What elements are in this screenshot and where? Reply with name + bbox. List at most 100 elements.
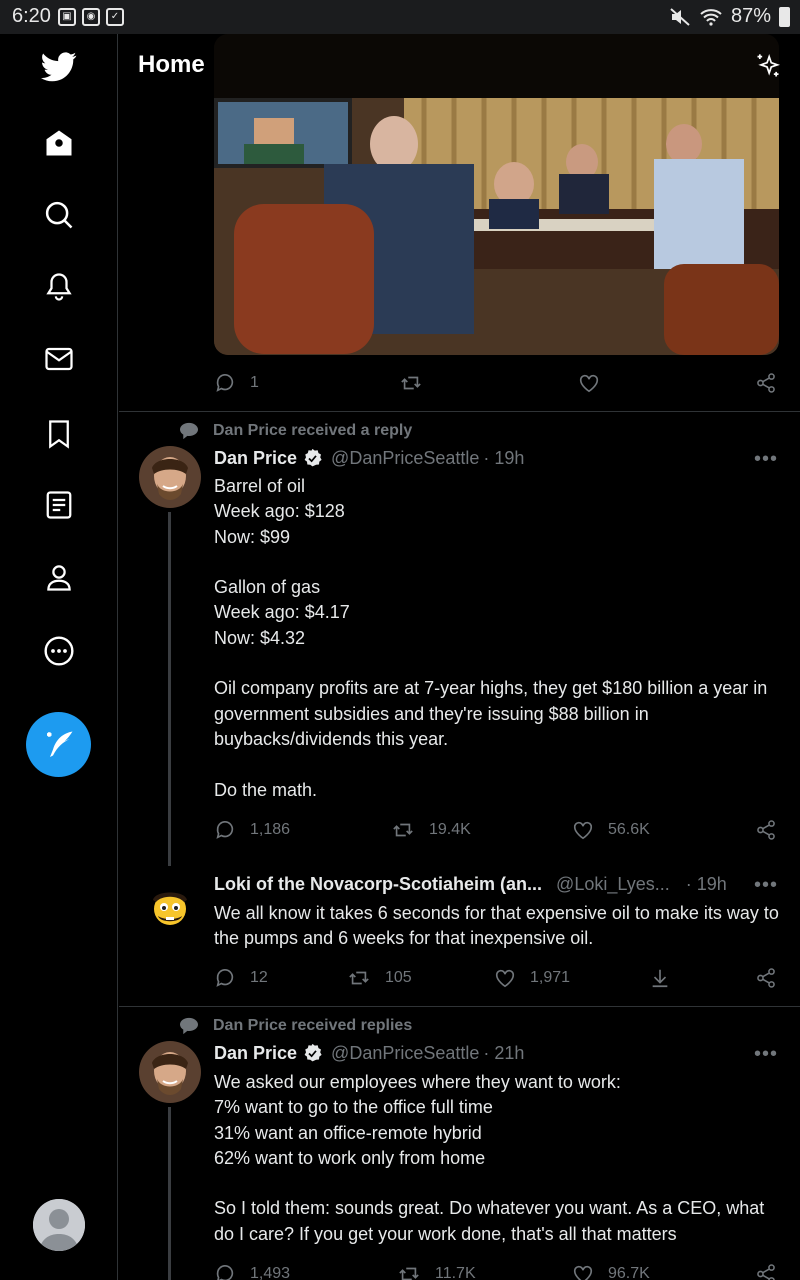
author-name[interactable]: Dan Price xyxy=(214,1043,297,1064)
avatar[interactable] xyxy=(139,876,201,938)
tweet-time[interactable]: · 19h xyxy=(483,448,524,469)
check-notification-icon: ✓ xyxy=(106,8,124,26)
home-icon[interactable] xyxy=(40,124,78,162)
share-button[interactable] xyxy=(755,372,777,394)
system-indicators: 87% xyxy=(669,5,790,28)
avatar[interactable] xyxy=(139,446,201,508)
social-context: Dan Price received replies xyxy=(179,1017,412,1035)
reply-button[interactable]: 1,493 xyxy=(214,1263,290,1280)
reply-button[interactable]: 12 xyxy=(214,967,268,989)
author-name[interactable]: Dan Price xyxy=(214,448,297,469)
retweet-icon xyxy=(401,376,421,390)
reply-header: Loki of the Novacorp-Scotiaheim (an... @… xyxy=(214,874,727,895)
compose-button[interactable] xyxy=(26,712,91,777)
reply-icon xyxy=(216,373,234,392)
wifi-icon xyxy=(700,8,722,26)
author-handle[interactable]: @Loki_Lyes... xyxy=(556,874,670,895)
gallery-notification-icon: ▣ xyxy=(58,8,76,26)
social-context-text: Dan Price received a reply xyxy=(213,422,413,439)
more-options-button[interactable]: ••• xyxy=(754,448,778,471)
screenshot-notification-icon: ◉ xyxy=(82,8,100,26)
compose-icon xyxy=(46,731,72,757)
share-icon xyxy=(757,968,775,988)
mute-icon xyxy=(670,7,690,26)
retweet-count: 19.4K xyxy=(429,821,471,838)
page-title: Home xyxy=(138,51,205,78)
share-icon xyxy=(757,820,775,840)
more-circle-icon[interactable] xyxy=(40,632,78,670)
more-options-button[interactable]: ••• xyxy=(754,874,778,897)
retweet-count: 105 xyxy=(385,969,412,986)
reply-count: 1,186 xyxy=(250,821,291,838)
battery-icon xyxy=(779,6,790,27)
tweet-text-content: Barrel of oil Week ago: $128 Now: $99 Ga… xyxy=(214,476,768,800)
tweet-time[interactable]: · 19h xyxy=(686,874,727,895)
like-button[interactable]: 96.7K xyxy=(572,1263,650,1280)
avatar[interactable] xyxy=(139,1041,201,1103)
timeline[interactable]: 1 Dan Price received a reply Dan Price @… xyxy=(119,34,800,1280)
like-button[interactable]: 1,971 xyxy=(494,967,570,989)
social-context-text: Dan Price received replies xyxy=(213,1017,413,1034)
bookmark-icon[interactable] xyxy=(40,415,78,453)
retweet-button[interactable] xyxy=(399,372,423,394)
tweet-text-content: We asked our employees where they want t… xyxy=(214,1072,765,1244)
tweet-time[interactable]: · 21h xyxy=(483,1043,524,1064)
retweet-icon xyxy=(399,1267,419,1280)
verified-icon xyxy=(304,448,322,467)
retweet-button[interactable]: 11.7K xyxy=(397,1263,476,1280)
share-button[interactable] xyxy=(755,967,777,989)
profile-icon[interactable] xyxy=(40,558,78,596)
like-count: 96.7K xyxy=(608,1265,650,1280)
twitter-logo-icon[interactable] xyxy=(40,48,78,86)
reply-count: 1,493 xyxy=(250,1265,291,1280)
author-name[interactable]: Loki of the Novacorp-Scotiaheim (an... xyxy=(214,874,542,895)
reply-icon xyxy=(216,820,234,839)
reply-icon xyxy=(216,968,234,987)
reply-button[interactable]: 1,186 xyxy=(214,819,290,841)
mail-icon[interactable] xyxy=(40,340,78,378)
more-options-button[interactable]: ••• xyxy=(754,1043,778,1066)
author-handle[interactable]: @DanPriceSeattle xyxy=(331,1043,479,1064)
chat-bubble-icon xyxy=(180,422,198,440)
like-button[interactable] xyxy=(578,372,600,394)
like-icon xyxy=(573,821,593,840)
tweet-text: We all know it takes 6 seconds for that … xyxy=(214,901,779,952)
status-bar: 6:20 ▣ ◉ ✓ 87% xyxy=(0,0,800,34)
thread-connector xyxy=(168,1107,171,1280)
share-button[interactable] xyxy=(755,1263,777,1280)
reply-button[interactable]: 1 xyxy=(214,372,259,394)
like-button[interactable]: 56.6K xyxy=(572,819,650,841)
retweet-button[interactable]: 19.4K xyxy=(391,819,471,841)
tweet-text: Barrel of oil Week ago: $128 Now: $99 Ga… xyxy=(214,474,779,803)
reply-icon xyxy=(216,1264,234,1280)
like-icon xyxy=(495,969,515,988)
search-icon[interactable] xyxy=(40,196,78,234)
tweet-text: We asked our employees where they want t… xyxy=(214,1070,779,1247)
author-handle[interactable]: @DanPriceSeattle xyxy=(331,448,479,469)
retweet-icon xyxy=(349,971,369,985)
chat-bubble-icon xyxy=(180,1017,198,1035)
lists-icon[interactable] xyxy=(40,486,78,524)
divider xyxy=(119,411,800,412)
notification-icons: ▣ ◉ ✓ xyxy=(58,8,124,26)
thread-connector xyxy=(168,512,171,866)
download-button[interactable] xyxy=(649,967,671,989)
share-button[interactable] xyxy=(755,819,777,841)
bell-icon[interactable] xyxy=(40,268,78,306)
verified-icon xyxy=(304,1043,322,1062)
account-avatar[interactable] xyxy=(33,1199,85,1251)
sidebar-nav xyxy=(0,34,118,1280)
sparkle-icon[interactable] xyxy=(754,52,782,80)
divider xyxy=(119,1006,800,1007)
reply-count: 12 xyxy=(250,969,268,986)
share-icon xyxy=(757,1264,775,1280)
status-time: 6:20 xyxy=(12,5,51,27)
retweet-button[interactable]: 105 xyxy=(347,967,412,989)
like-icon xyxy=(573,1265,593,1280)
like-count: 1,971 xyxy=(530,969,571,986)
tweet-actions: 1,493 11.7K 96.7K xyxy=(214,1263,779,1280)
social-context: Dan Price received a reply xyxy=(179,422,412,440)
tweet-actions: 12 105 1,971 xyxy=(214,967,779,997)
tweet-actions: 1,186 19.4K 56.6K xyxy=(214,819,779,849)
retweet-icon xyxy=(393,823,413,837)
